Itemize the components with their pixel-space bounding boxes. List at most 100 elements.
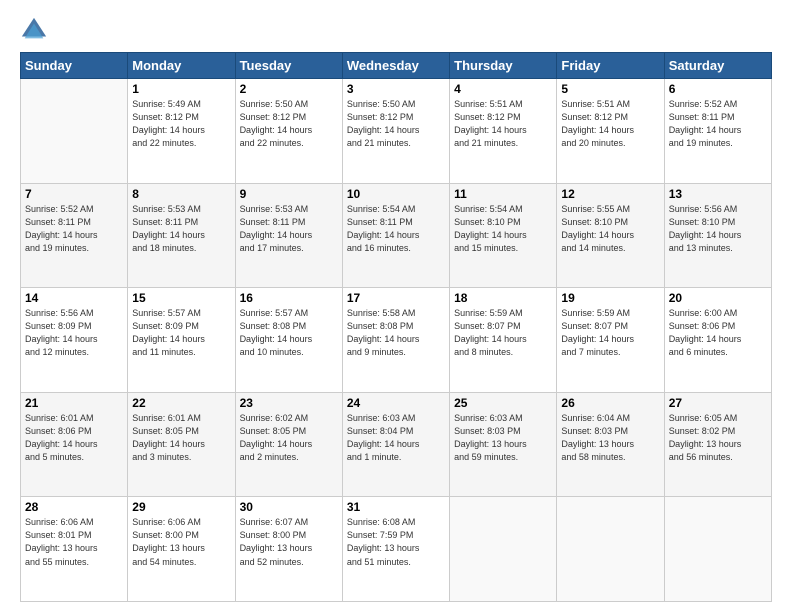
day-number: 15	[132, 291, 230, 305]
day-number: 18	[454, 291, 552, 305]
day-info: Sunrise: 5:52 AM Sunset: 8:11 PM Dayligh…	[669, 98, 767, 150]
weekday-header-sunday: Sunday	[21, 53, 128, 79]
day-number: 13	[669, 187, 767, 201]
weekday-header-friday: Friday	[557, 53, 664, 79]
day-number: 10	[347, 187, 445, 201]
day-number: 29	[132, 500, 230, 514]
day-number: 30	[240, 500, 338, 514]
calendar-table: SundayMondayTuesdayWednesdayThursdayFrid…	[20, 52, 772, 602]
calendar-day-31: 31Sunrise: 6:08 AM Sunset: 7:59 PM Dayli…	[342, 497, 449, 602]
day-info: Sunrise: 6:04 AM Sunset: 8:03 PM Dayligh…	[561, 412, 659, 464]
day-info: Sunrise: 6:02 AM Sunset: 8:05 PM Dayligh…	[240, 412, 338, 464]
weekday-header-thursday: Thursday	[450, 53, 557, 79]
calendar-day-21: 21 Sunrise: 6:01 AM Sunset: 8:06 PM Dayli…	[21, 392, 128, 497]
logo	[20, 16, 52, 44]
day-number: 7	[25, 187, 123, 201]
day-number: 20	[669, 291, 767, 305]
day-info: Sunrise: 5:50 AM Sunset: 8:12 PM Dayligh…	[240, 98, 338, 150]
day-info: Sunrise: 5:50 AM Sunset: 8:12 PM Dayligh…	[347, 98, 445, 150]
day-info: Sunrise: 6:01 AM Sunset: 8:06 PM Dayligh…	[25, 412, 123, 464]
calendar-day-empty	[664, 497, 771, 602]
calendar-day-10: 10 Sunrise: 5:54 AM Sunset: 8:11 PM Dayli…	[342, 183, 449, 288]
day-number: 26	[561, 396, 659, 410]
calendar-day-9: 9Sunrise: 5:53 AM Sunset: 8:11 PM Daylig…	[235, 183, 342, 288]
weekday-header-monday: Monday	[128, 53, 235, 79]
day-info: Sunrise: 5:54 AM Sunset: 8:11 PM Dayligh…	[347, 203, 445, 255]
calendar-day-6: 6 Sunrise: 5:52 AM Sunset: 8:11 PM Daylig…	[664, 79, 771, 184]
calendar-day-27: 27 Sunrise: 6:05 AM Sunset: 8:02 PM Dayli…	[664, 392, 771, 497]
calendar-day-12: 12 Sunrise: 5:55 AM Sunset: 8:10 PM Dayli…	[557, 183, 664, 288]
day-number: 11	[454, 187, 552, 201]
calendar-week-1: 1 Sunrise: 5:49 AM Sunset: 8:12 PM Daylig…	[21, 79, 772, 184]
calendar-week-2: 7Sunrise: 5:52 AM Sunset: 8:11 PM Daylig…	[21, 183, 772, 288]
day-info: Sunrise: 5:53 AM Sunset: 8:11 PM Dayligh…	[240, 203, 338, 255]
day-info: Sunrise: 5:58 AM Sunset: 8:08 PM Dayligh…	[347, 307, 445, 359]
day-info: Sunrise: 6:05 AM Sunset: 8:02 PM Dayligh…	[669, 412, 767, 464]
day-number: 19	[561, 291, 659, 305]
day-number: 23	[240, 396, 338, 410]
calendar-day-7: 7Sunrise: 5:52 AM Sunset: 8:11 PM Daylig…	[21, 183, 128, 288]
day-info: Sunrise: 5:59 AM Sunset: 8:07 PM Dayligh…	[561, 307, 659, 359]
calendar-day-29: 29 Sunrise: 6:06 AM Sunset: 8:00 PM Dayli…	[128, 497, 235, 602]
calendar-day-23: 23 Sunrise: 6:02 AM Sunset: 8:05 PM Dayli…	[235, 392, 342, 497]
calendar-day-15: 15 Sunrise: 5:57 AM Sunset: 8:09 PM Dayli…	[128, 288, 235, 393]
day-info: Sunrise: 6:00 AM Sunset: 8:06 PM Dayligh…	[669, 307, 767, 359]
day-number: 25	[454, 396, 552, 410]
day-number: 14	[25, 291, 123, 305]
day-number: 5	[561, 82, 659, 96]
calendar-day-25: 25 Sunrise: 6:03 AM Sunset: 8:03 PM Dayli…	[450, 392, 557, 497]
day-number: 6	[669, 82, 767, 96]
calendar-day-2: 2 Sunrise: 5:50 AM Sunset: 8:12 PM Daylig…	[235, 79, 342, 184]
day-number: 27	[669, 396, 767, 410]
calendar-day-26: 26 Sunrise: 6:04 AM Sunset: 8:03 PM Dayli…	[557, 392, 664, 497]
day-number: 2	[240, 82, 338, 96]
day-number: 1	[132, 82, 230, 96]
day-number: 12	[561, 187, 659, 201]
calendar-day-empty	[450, 497, 557, 602]
calendar-day-18: 18 Sunrise: 5:59 AM Sunset: 8:07 PM Dayli…	[450, 288, 557, 393]
day-info: Sunrise: 5:57 AM Sunset: 8:08 PM Dayligh…	[240, 307, 338, 359]
day-info: Sunrise: 5:53 AM Sunset: 8:11 PM Dayligh…	[132, 203, 230, 255]
calendar-week-5: 28 Sunrise: 6:06 AM Sunset: 8:01 PM Dayli…	[21, 497, 772, 602]
day-info: Sunrise: 6:03 AM Sunset: 8:04 PM Dayligh…	[347, 412, 445, 464]
weekday-header-saturday: Saturday	[664, 53, 771, 79]
day-number: 22	[132, 396, 230, 410]
day-number: 31	[347, 500, 445, 514]
day-info: Sunrise: 5:57 AM Sunset: 8:09 PM Dayligh…	[132, 307, 230, 359]
calendar-day-20: 20 Sunrise: 6:00 AM Sunset: 8:06 PM Dayli…	[664, 288, 771, 393]
calendar-day-8: 8Sunrise: 5:53 AM Sunset: 8:11 PM Daylig…	[128, 183, 235, 288]
day-info: Sunrise: 6:06 AM Sunset: 8:01 PM Dayligh…	[25, 516, 123, 568]
calendar-page: SundayMondayTuesdayWednesdayThursdayFrid…	[0, 0, 792, 612]
weekday-header-tuesday: Tuesday	[235, 53, 342, 79]
day-info: Sunrise: 5:49 AM Sunset: 8:12 PM Dayligh…	[132, 98, 230, 150]
calendar-day-empty	[21, 79, 128, 184]
calendar-day-13: 13 Sunrise: 5:56 AM Sunset: 8:10 PM Dayli…	[664, 183, 771, 288]
logo-icon	[20, 16, 48, 44]
calendar-day-4: 4 Sunrise: 5:51 AM Sunset: 8:12 PM Daylig…	[450, 79, 557, 184]
day-info: Sunrise: 6:06 AM Sunset: 8:00 PM Dayligh…	[132, 516, 230, 568]
day-info: Sunrise: 6:03 AM Sunset: 8:03 PM Dayligh…	[454, 412, 552, 464]
day-number: 24	[347, 396, 445, 410]
calendar-day-3: 3 Sunrise: 5:50 AM Sunset: 8:12 PM Daylig…	[342, 79, 449, 184]
day-info: Sunrise: 5:51 AM Sunset: 8:12 PM Dayligh…	[454, 98, 552, 150]
day-info: Sunrise: 5:56 AM Sunset: 8:10 PM Dayligh…	[669, 203, 767, 255]
calendar-day-19: 19 Sunrise: 5:59 AM Sunset: 8:07 PM Dayli…	[557, 288, 664, 393]
day-info: Sunrise: 5:54 AM Sunset: 8:10 PM Dayligh…	[454, 203, 552, 255]
day-info: Sunrise: 6:01 AM Sunset: 8:05 PM Dayligh…	[132, 412, 230, 464]
day-number: 16	[240, 291, 338, 305]
header	[20, 16, 772, 44]
calendar-day-empty	[557, 497, 664, 602]
day-number: 21	[25, 396, 123, 410]
day-number: 3	[347, 82, 445, 96]
day-info: Sunrise: 5:59 AM Sunset: 8:07 PM Dayligh…	[454, 307, 552, 359]
day-number: 4	[454, 82, 552, 96]
calendar-day-22: 22 Sunrise: 6:01 AM Sunset: 8:05 PM Dayli…	[128, 392, 235, 497]
day-info: Sunrise: 5:55 AM Sunset: 8:10 PM Dayligh…	[561, 203, 659, 255]
day-number: 17	[347, 291, 445, 305]
calendar-day-17: 17 Sunrise: 5:58 AM Sunset: 8:08 PM Dayli…	[342, 288, 449, 393]
calendar-day-14: 14Sunrise: 5:56 AM Sunset: 8:09 PM Dayli…	[21, 288, 128, 393]
day-info: Sunrise: 6:07 AM Sunset: 8:00 PM Dayligh…	[240, 516, 338, 568]
day-number: 28	[25, 500, 123, 514]
calendar-day-5: 5Sunrise: 5:51 AM Sunset: 8:12 PM Daylig…	[557, 79, 664, 184]
calendar-week-4: 21 Sunrise: 6:01 AM Sunset: 8:06 PM Dayli…	[21, 392, 772, 497]
